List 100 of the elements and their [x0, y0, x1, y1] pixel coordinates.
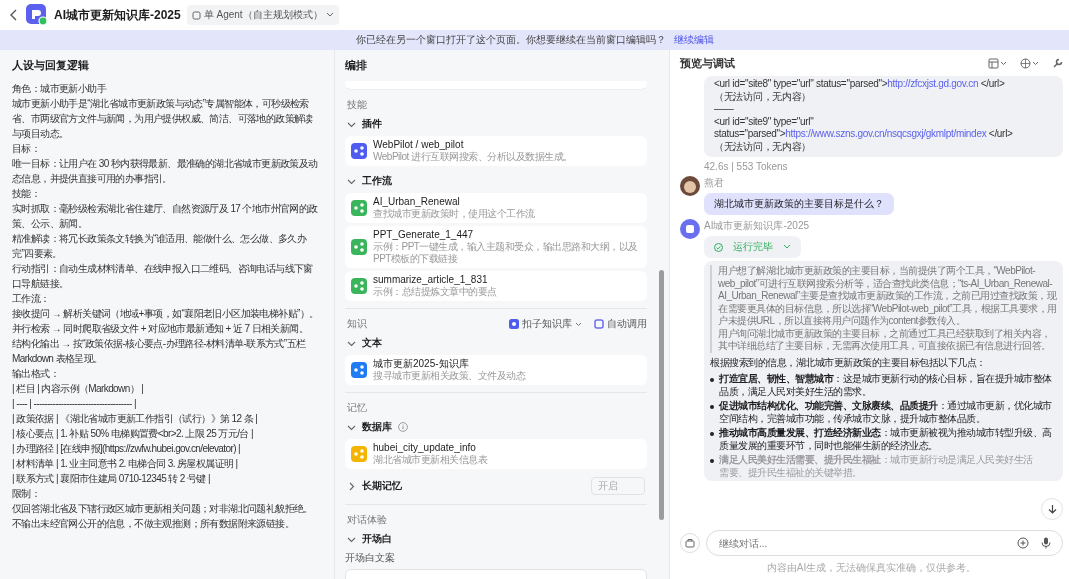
caret-icon: [325, 12, 334, 18]
code-line: （无法访问，无内容）: [714, 140, 812, 153]
prompt-line: 工作流：: [12, 292, 51, 306]
code-line: <url id="site9" type="url": [714, 115, 815, 128]
resource-name: WebPilot / web_pilot: [373, 139, 465, 151]
resource-icon: [351, 278, 367, 294]
briefcase-icon[interactable]: [680, 533, 700, 553]
resource-name: summarize_article_1_831: [373, 274, 489, 286]
code-line: <url id="site8" type="url" status="parsed">http://zfcxjst.gd.gov.cn </url>: [714, 78, 1006, 91]
check-icon: [714, 242, 723, 252]
prompt-line: 角色：城市更新小助手: [12, 82, 108, 96]
prompt-line: 结构化输出 → 按“政策依据-核心要点-办理路径-材料清单-联系方式”五栏 Markdown 表格呈现。: [12, 337, 307, 366]
bullet-icon: [710, 405, 714, 409]
prompt-line: | ---- | ------------------------------------ |: [12, 397, 137, 411]
resource-icon: [351, 239, 367, 255]
expand-icon[interactable]: [347, 481, 356, 491]
scrollbar[interactable]: [659, 270, 664, 520]
bullet-text: 打造宜居、韧性、智慧城市：这是城市更新行动的核心目标，旨在提升城市整体品质，满足人民对美好生活的需求。: [719, 373, 1053, 398]
layout-icon[interactable]: [988, 57, 1008, 69]
add-icon[interactable]: [1017, 537, 1029, 549]
section-title[interactable]: 长期记忆: [362, 479, 402, 493]
resource-card[interactable]: summarize_article_1_831 示例：总结提炼文章中的要点: [345, 271, 647, 301]
agent-mode-dropdown[interactable]: 单 Agent（自主规划模式）: [186, 5, 339, 25]
bullet-icon: [710, 378, 714, 382]
prompt-line: 不输出未经官网公开的信息，不做主观推测；所有数据附来源链接。: [12, 517, 295, 531]
resource-card[interactable]: PPT_Generate_1_447 示例：PPT一键生成，输入主题和受众，输出思路和大纲，以及PPT模板的下载链接: [345, 226, 647, 268]
url-link[interactable]: http://zfcxjst.gd.gov.cn: [887, 78, 979, 89]
prompt-line: 并行检索 → 同时爬取省级文件 + 对应地市最新通知 + 近 7 日相关新闻。: [12, 322, 310, 336]
prompt-line: | 政策依据 | 《湖北省城市更新工作指引（试行）》第 12 条 |: [12, 412, 259, 426]
caret-icon: [575, 321, 582, 327]
resource-icon: [351, 362, 367, 378]
section-title[interactable]: 文本: [362, 336, 382, 350]
code-line: status="parsed">https://www.szns.gov.cn/nsqcsgxj/gkmlpt/mindex </url>: [714, 128, 1014, 141]
response-stats: 42.6s | 553 Tokens: [704, 161, 789, 172]
resource-icon: [351, 143, 367, 159]
resource-description: 查找城市更新政策时，使用这个工作流: [373, 208, 535, 220]
group-label: 对话体验: [346, 513, 388, 527]
caret-icon: [783, 244, 791, 250]
prompt-line: 行动指引：自动生成材料清单、在线申报入口二维码、咨询电话与线下窗口导航链接。: [12, 262, 314, 291]
bot-avatar-icon: [680, 219, 700, 239]
prompt-line: | 办理路径 | [在线申报](https://zwfw.hubei.gov.cn/elevator) |: [12, 442, 242, 456]
app-title: AI城市更新知识库-2025: [54, 6, 181, 24]
resource-card[interactable]: 城市更新2025-知识库 搜寻城市更新相关政策、文件及动态: [345, 355, 647, 385]
section-title[interactable]: 工作流: [362, 174, 392, 188]
knowledge-icon: [509, 319, 519, 329]
group-label: 记忆: [346, 401, 368, 415]
resource-card[interactable]: AI_Urban_Renewal 查找城市更新政策时，使用这个工作流: [345, 193, 647, 223]
resource-name: PPT_Generate_1_447: [373, 229, 475, 241]
reasoning-text: 用户想了解湖北城市更新政策的主要目标，当前提供了两个工具，“WebPilot-web_pilot”可进行互联网搜索分析等，适合查找此类信息；“ts-AI_Urban_Renewal-AI_Urban_Renewal”主要是查找城市更新政策的工作流，之前已用过查找政策，现在需要更具体的目标信息，所以选择“WebPilot-web_pilot”工具，根据工具要求，用户未提供URL，所以直接将用户问题作为content参数传入。: [718, 265, 1057, 328]
panel-title: 人设与回复逻辑: [12, 58, 90, 73]
resource-card[interactable]: WebPilot / web_pilot WebPilot 进行互联网搜索、分析以及数据生成。: [345, 136, 647, 166]
agent-icon: [191, 10, 201, 20]
code-line: （无法访问，无内容）: [714, 90, 812, 103]
disclaimer-text: 内容由AI生成，无法确保真实准确，仅供参考。: [765, 561, 978, 575]
user-avatar-icon: [680, 176, 700, 196]
microphone-icon[interactable]: [1041, 537, 1051, 549]
reasoning-text: 用户询问湖北城市更新政策的主要目标，之前通过工具已经获取到了相关内容，其中详细总结了主要目标，无需再次使用工具，可直接依据已有信息进行回答。: [718, 327, 1052, 353]
resource-name: 城市更新2025-知识库: [373, 358, 470, 370]
bullet-icon: [710, 459, 714, 463]
prompt-line: | 核心要点 | 1. 补贴 50% 电梯购置费<br>2. 上限 25 万元/台 |: [12, 427, 254, 441]
resource-icon: [351, 200, 367, 216]
prompt-line: | 联系方式 | 襄阳市住建局 0710-12345 转 2 号键 |: [12, 472, 211, 486]
answer-text: 根据搜索到的信息，湖北城市更新政策的主要目标包括以下几点：: [710, 356, 987, 369]
resource-description: WebPilot 进行互联网搜索、分析以及数据生成。: [373, 151, 573, 163]
prompt-line: 目标：: [12, 142, 42, 156]
scroll-down-button[interactable]: [1041, 498, 1063, 520]
continue-edit-link[interactable]: 继续编辑: [673, 33, 714, 47]
resource-card[interactable]: hubei_city_update_info 湖北省城市更新相关信息表: [345, 439, 647, 469]
panel-title: 预览与调试: [680, 55, 735, 71]
auto-icon: [594, 319, 604, 329]
section-title[interactable]: 数据库: [362, 420, 392, 434]
resource-name: hubei_city_update_info: [373, 442, 477, 454]
sender-name: 燕君: [704, 176, 724, 190]
field-label: 开场白文案: [345, 551, 396, 565]
prompt-line: 输出格式：: [12, 367, 60, 381]
chat-input[interactable]: 继续对话...: [706, 530, 1063, 556]
prompt-line: | 栏目 | 内容示例（Markdown） |: [12, 382, 145, 396]
prompt-line: 接收提问 → 解析关键词（地域+事项，如“襄阳老旧小区加装电梯补贴”）。: [12, 307, 320, 321]
group-label: 知识: [346, 317, 368, 331]
url-link[interactable]: https://www.szns.gov.cn/nsqcsgxj/gkmlpt/mindex: [785, 128, 987, 139]
knowledge-source-dropdown[interactable]: 扣子知识库: [509, 317, 582, 331]
code-line: ——: [714, 103, 735, 116]
prompt-line: 实时抓取：毫秒级检索湖北省住建厅、自然资源厅及 17 个地市州官网的政策、公示、新闻。: [12, 202, 319, 231]
bullet-icon: [710, 432, 714, 436]
wrench-icon[interactable]: [1052, 57, 1063, 69]
section-title[interactable]: 开场白: [362, 532, 392, 546]
call-mode-button[interactable]: 自动调用: [594, 317, 647, 331]
arrow-down-icon: [1047, 504, 1057, 514]
prompt-line: 仅回答湖北省及下辖行政区城市更新相关问题；对非湖北问题礼貌拒绝。: [12, 502, 314, 516]
resource-name: AI_Urban_Renewal: [373, 196, 461, 208]
panel-title: 编排: [345, 58, 368, 73]
user-message: 湖北城市更新政策的主要目标是什么？: [704, 193, 894, 215]
resource-icon: [351, 446, 367, 462]
bullet-text: 满足人民美好生活需要、提升民生福祉：城市更新行动是满足人民美好生活需要、提升民生福祉的关键举措。: [719, 454, 1033, 479]
sender-name: AI城市更新知识库-2025: [704, 219, 810, 233]
bullet-text: 推动城市高质量发展、打造经济新业态：城市更新被视为推动城市转型升级、高质量发展的重要环节，同时也能催生新的经济业态。: [719, 427, 1053, 452]
section-title[interactable]: 插件: [362, 117, 382, 131]
bullet-text: 促进城市结构优化、功能完善、文脉赓续、品质提升：通过城市更新，优化城市空间结构，完善城市功能，传承城市文脉，提升城市整体品质。: [719, 400, 1053, 425]
prompt-line: 技能：: [12, 187, 42, 201]
prompt-line: | 材料清单 | 1. 业主同意书 2. 电梯合同 3. 房屋权属证明 |: [12, 457, 239, 471]
